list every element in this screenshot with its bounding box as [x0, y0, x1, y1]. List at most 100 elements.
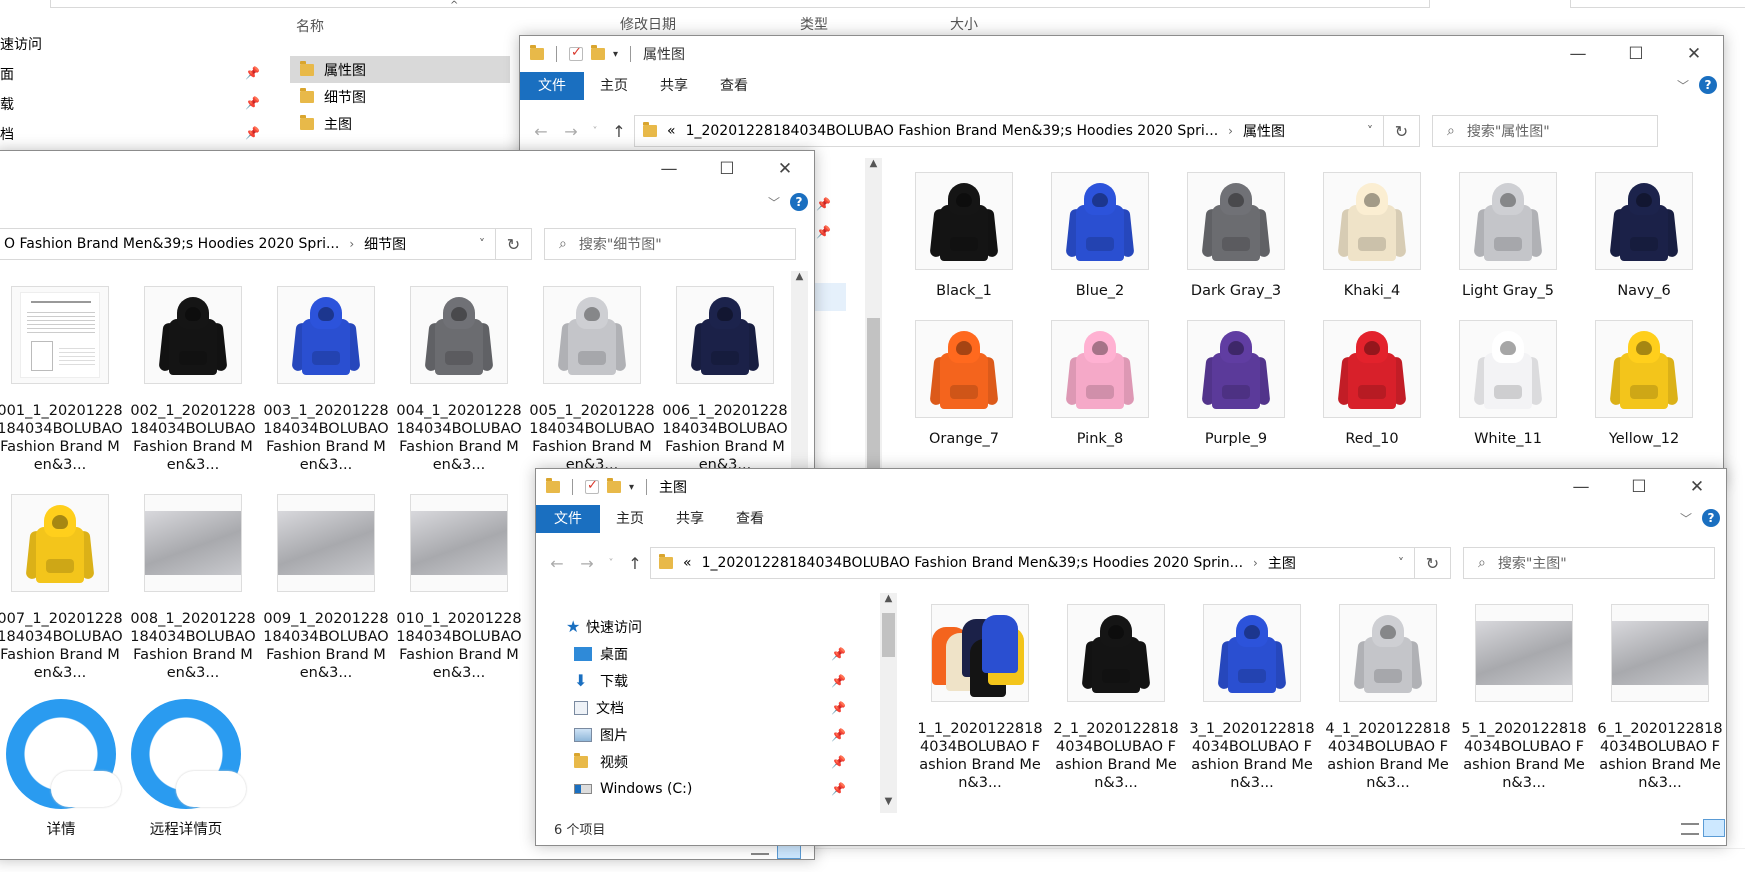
- back-search-box[interactable]: [1570, 0, 1745, 8]
- address-current[interactable]: 细节图: [364, 234, 406, 254]
- col-size[interactable]: 大小: [950, 14, 978, 34]
- scroll-up-icon[interactable]: ▲: [791, 271, 808, 288]
- close-button[interactable]: ✕: [756, 151, 814, 187]
- pin-icon[interactable]: 📌: [831, 674, 846, 688]
- file-item[interactable]: Black_1: [901, 172, 1027, 320]
- properties-icon[interactable]: [585, 478, 599, 494]
- up-arrow-icon[interactable]: ↑: [604, 122, 634, 141]
- file-item[interactable]: Orange_7: [901, 320, 1027, 468]
- file-item[interactable]: 4_1_20201228184034BOLUBAO Fashion Brand …: [1325, 604, 1451, 804]
- file-item[interactable]: 002_1_20201228184034BOLUBAO Fashion Bran…: [130, 286, 256, 494]
- search-box[interactable]: ⌕ 搜索"主图": [1463, 547, 1715, 579]
- address-overflow[interactable]: «: [683, 555, 692, 571]
- nav-item-downloads[interactable]: ⬇ 下载 📌: [566, 667, 846, 694]
- file-item[interactable]: Yellow_12: [1581, 320, 1707, 468]
- nav-item-drive-c[interactable]: Windows (C:) 📌: [566, 775, 846, 802]
- file-item[interactable]: 010_1_20201228184034BOLUBAO Fashion Bran…: [396, 494, 522, 702]
- new-folder-icon[interactable]: [591, 45, 605, 60]
- expand-ribbon-icon[interactable]: ﹀: [1677, 77, 1689, 94]
- help-icon[interactable]: ?: [1702, 509, 1720, 527]
- file-item[interactable]: Dark Gray_3: [1173, 172, 1299, 320]
- folder-row-attr[interactable]: 属性图: [290, 56, 510, 83]
- col-modified[interactable]: 修改日期: [620, 14, 676, 34]
- file-item[interactable]: White_11: [1445, 320, 1571, 468]
- file-item[interactable]: 004_1_20201228184034BOLUBAO Fashion Bran…: [396, 286, 522, 494]
- forward-arrow-icon[interactable]: →: [572, 554, 602, 573]
- main-nav-scrollbar[interactable]: ▲ ▼: [880, 593, 897, 813]
- pin-icon[interactable]: 📌: [831, 701, 846, 715]
- recent-dropdown-icon[interactable]: ˅: [586, 126, 604, 137]
- nav-item-quick-access[interactable]: 速访问: [0, 34, 42, 54]
- refresh-icon[interactable]: ↻: [1415, 547, 1451, 579]
- help-icon[interactable]: ?: [1699, 76, 1717, 94]
- address-dropdown-icon[interactable]: ˅: [469, 237, 495, 251]
- shortcut-remote-details[interactable]: 远程详情页: [131, 699, 251, 839]
- nav-item-downloads[interactable]: 载: [0, 94, 14, 114]
- up-arrow-icon[interactable]: ↑: [620, 554, 650, 573]
- file-item[interactable]: 006_1_20201228184034BOLUBAO Fashion Bran…: [662, 286, 788, 494]
- file-item[interactable]: 2_1_20201228184034BOLUBAO Fashion Brand …: [1053, 604, 1179, 804]
- recent-dropdown-icon[interactable]: ˅: [602, 558, 620, 569]
- back-arrow-icon[interactable]: ←: [542, 554, 572, 573]
- file-item[interactable]: 003_1_20201228184034BOLUBAO Fashion Bran…: [263, 286, 389, 494]
- file-item[interactable]: 005_1_20201228184034BOLUBAO Fashion Bran…: [529, 286, 655, 494]
- file-item[interactable]: 008_1_20201228184034BOLUBAO Fashion Bran…: [130, 494, 256, 702]
- maximize-button[interactable]: ☐: [698, 151, 756, 187]
- nav-item-documents[interactable]: 档: [0, 124, 14, 144]
- scroll-up-icon[interactable]: ▲: [865, 158, 882, 175]
- close-button[interactable]: ✕: [1665, 36, 1723, 72]
- tab-share[interactable]: 共享: [644, 72, 704, 100]
- maximize-button[interactable]: ☐: [1607, 36, 1665, 72]
- address-bar[interactable]: O Fashion Brand Men&39;s Hoodies 2020 Sp…: [0, 228, 496, 260]
- pin-icon[interactable]: 📌: [831, 755, 846, 769]
- expand-ribbon-icon[interactable]: ﹀: [768, 194, 780, 211]
- col-type[interactable]: 类型: [800, 14, 828, 34]
- file-item[interactable]: 3_1_20201228184034BOLUBAO Fashion Brand …: [1189, 604, 1315, 804]
- file-item[interactable]: Navy_6: [1581, 172, 1707, 320]
- minimize-button[interactable]: —: [640, 151, 698, 187]
- file-item[interactable]: 007_1_20201228184034BOLUBAO Fashion Bran…: [0, 494, 123, 702]
- nav-item-desktop[interactable]: 面: [0, 64, 14, 84]
- scroll-down-icon[interactable]: ▼: [880, 796, 897, 813]
- properties-icon[interactable]: [569, 45, 583, 61]
- large-icons-view-icon[interactable]: [1703, 819, 1725, 837]
- address-current[interactable]: 属性图: [1243, 121, 1285, 141]
- file-item[interactable]: Red_10: [1309, 320, 1435, 468]
- tab-view[interactable]: 查看: [720, 505, 780, 533]
- folder-row-main[interactable]: 主图: [290, 110, 510, 137]
- address-path[interactable]: O Fashion Brand Men&39;s Hoodies 2020 Sp…: [4, 236, 339, 252]
- file-item[interactable]: Blue_2: [1037, 172, 1163, 320]
- minimize-button[interactable]: —: [1549, 36, 1607, 72]
- refresh-icon[interactable]: ↻: [1384, 115, 1420, 147]
- minimize-button[interactable]: —: [1552, 469, 1610, 505]
- col-name[interactable]: 名称: [296, 16, 324, 36]
- file-item[interactable]: Khaki_4: [1309, 172, 1435, 320]
- nav-item-quick-access[interactable]: ★ 快速访问: [566, 613, 846, 640]
- file-item[interactable]: 001_1_20201228184034BOLUBAO Fashion Bran…: [0, 286, 123, 494]
- address-bar[interactable]: « 1_20201228184034BOLUBAO Fashion Brand …: [634, 115, 1384, 147]
- detail-scrollbar[interactable]: ▲: [791, 271, 808, 471]
- tab-file[interactable]: 文件: [520, 72, 584, 100]
- file-item[interactable]: Pink_8: [1037, 320, 1163, 468]
- address-bar[interactable]: « 1_20201228184034BOLUBAO Fashion Brand …: [650, 547, 1415, 579]
- address-overflow[interactable]: «: [667, 123, 676, 139]
- address-path[interactable]: 1_20201228184034BOLUBAO Fashion Brand Me…: [702, 555, 1243, 571]
- breadcrumb-chevron-icon[interactable]: ›: [1253, 556, 1258, 570]
- address-dropdown-icon[interactable]: ˅: [1388, 556, 1414, 570]
- tab-home[interactable]: 主页: [600, 505, 660, 533]
- tab-home[interactable]: 主页: [584, 72, 644, 100]
- scroll-thumb[interactable]: [867, 318, 880, 484]
- address-path[interactable]: 1_20201228184034BOLUBAO Fashion Brand Me…: [686, 123, 1219, 139]
- pin-icon[interactable]: 📌: [831, 728, 846, 742]
- breadcrumb-chevron-icon[interactable]: ›: [1228, 124, 1233, 138]
- file-item[interactable]: Light Gray_5: [1445, 172, 1571, 320]
- attr-nav-scrollbar[interactable]: ▲: [865, 158, 882, 484]
- nav-item-pictures[interactable]: 图片 📌: [566, 721, 846, 748]
- maximize-button[interactable]: ☐: [1610, 469, 1668, 505]
- customize-dropdown-icon[interactable]: ▾: [613, 49, 618, 60]
- details-view-icon[interactable]: [1681, 823, 1699, 835]
- refresh-icon[interactable]: ↻: [496, 228, 532, 260]
- folder-row-detail[interactable]: 细节图: [290, 83, 510, 110]
- nav-item-documents[interactable]: 文档 📌: [566, 694, 846, 721]
- tab-share[interactable]: 共享: [660, 505, 720, 533]
